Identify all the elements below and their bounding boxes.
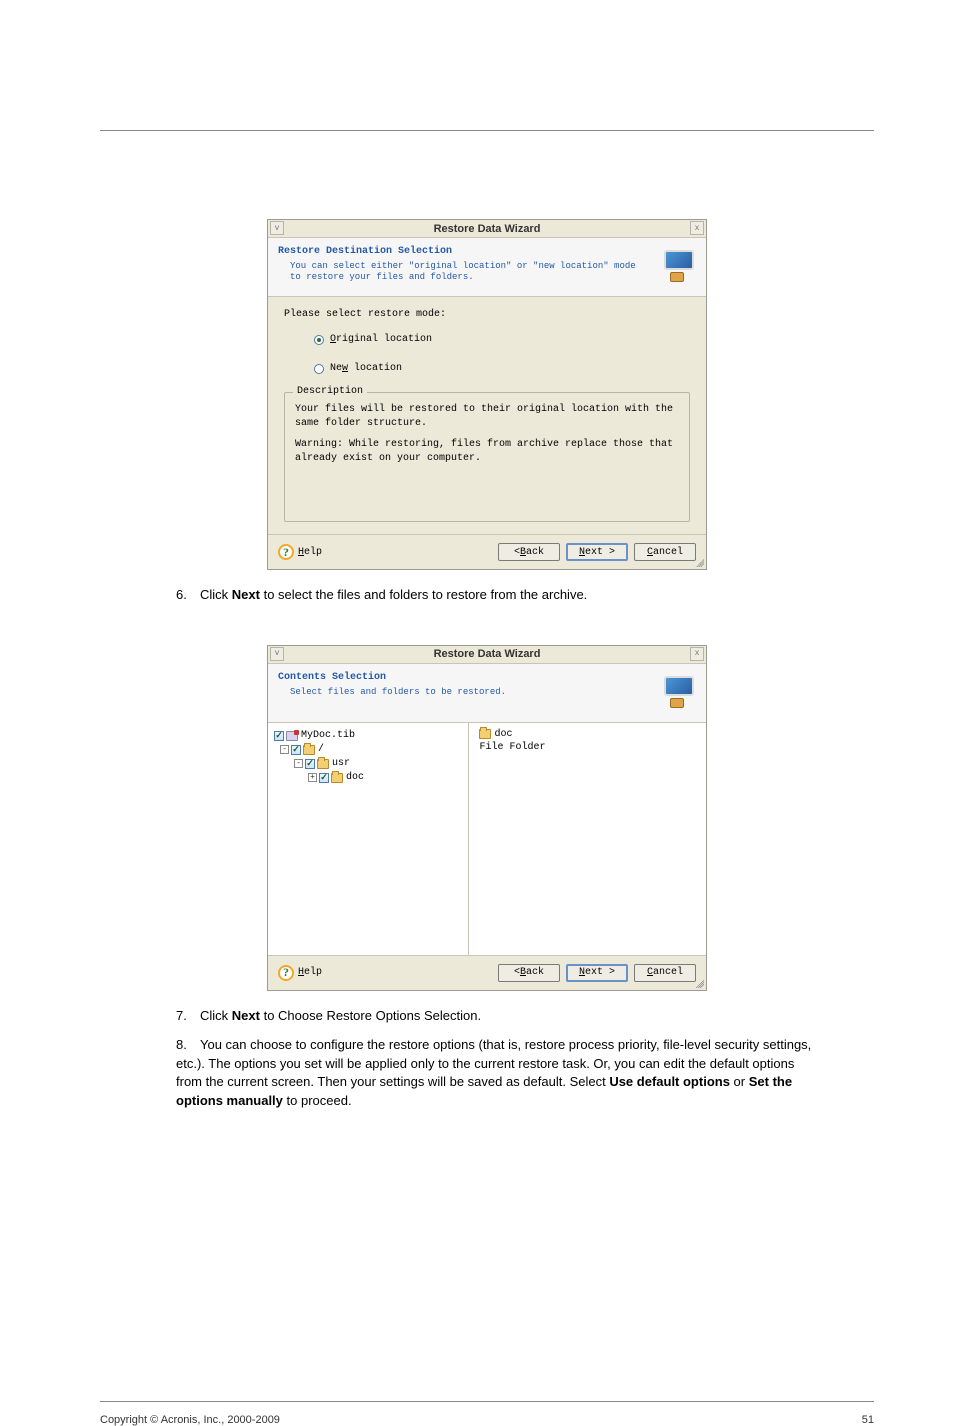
- checkbox-icon[interactable]: ✓: [319, 773, 329, 783]
- tree-item-doc[interactable]: + ✓ doc: [274, 771, 462, 785]
- wizard-title: Restore Data Wizard: [434, 223, 541, 235]
- cancel-button[interactable]: Cancel: [634, 964, 696, 982]
- wizard-contents-selection: v Restore Data Wizard x Contents Selecti…: [267, 645, 707, 991]
- wizard-title: Restore Data Wizard: [434, 648, 541, 660]
- next-button[interactable]: Next >: [566, 543, 628, 561]
- archive-icon: [286, 731, 298, 741]
- footer-copyright: Copyright © Acronis, Inc., 2000-2009: [100, 1414, 280, 1426]
- detail-folder-name: doc: [494, 729, 512, 740]
- folder-icon: [331, 773, 343, 783]
- restore-mode-label: Please select restore mode:: [284, 309, 690, 320]
- wizard-banner: Restore Destination Selection You can se…: [268, 238, 706, 297]
- detail-folder-type: File Folder: [479, 742, 696, 753]
- wizard-banner: Contents Selection Select files and fold…: [268, 664, 706, 723]
- banner-graphic-icon: [656, 672, 696, 712]
- collapse-icon[interactable]: -: [294, 759, 303, 768]
- tree-label: usr: [332, 758, 350, 769]
- description-line1: Your files will be restored to their ori…: [295, 403, 679, 430]
- checkbox-icon[interactable]: ✓: [291, 745, 301, 755]
- tree-pane[interactable]: ✓ MyDoc.tib - ✓ / - ✓ usr: [268, 723, 469, 955]
- radio-original-label: Original location: [330, 334, 432, 345]
- collapse-icon[interactable]: -: [280, 745, 289, 754]
- help-link[interactable]: ? Help: [278, 965, 322, 981]
- folder-icon: [479, 729, 491, 739]
- step-8-text: 8.You can choose to configure the restor…: [176, 1036, 816, 1111]
- wizard-titlebar: v Restore Data Wizard x: [268, 220, 706, 238]
- resize-grip-icon[interactable]: [694, 557, 704, 567]
- folder-icon: [303, 745, 315, 755]
- folder-icon: [317, 759, 329, 769]
- help-icon: ?: [278, 544, 294, 560]
- checkbox-icon[interactable]: ✓: [274, 731, 284, 741]
- description-legend: Description: [293, 386, 367, 397]
- banner-subtext: You can select either "original location…: [278, 261, 648, 284]
- help-icon: ?: [278, 965, 294, 981]
- banner-subtext: Select files and folders to be restored.: [278, 687, 648, 698]
- banner-graphic-icon: [656, 246, 696, 286]
- wizard-restore-destination: v Restore Data Wizard x Restore Destinat…: [267, 219, 707, 570]
- wizard-titlebar: v Restore Data Wizard x: [268, 646, 706, 664]
- radio-new-location[interactable]: [314, 364, 324, 374]
- banner-heading: Contents Selection: [278, 672, 648, 683]
- tree-label: /: [318, 744, 324, 755]
- radio-new-label: New location: [330, 363, 402, 374]
- step-6-text: 6.Click Next to select the files and fol…: [176, 586, 816, 605]
- banner-heading: Restore Destination Selection: [278, 246, 648, 257]
- description-line2: Warning: While restoring, files from arc…: [295, 438, 679, 465]
- back-button[interactable]: < Back: [498, 964, 560, 982]
- back-button[interactable]: < Back: [498, 543, 560, 561]
- checkbox-icon[interactable]: ✓: [305, 759, 315, 769]
- tree-item-usr[interactable]: - ✓ usr: [274, 757, 462, 771]
- description-fieldset: Description Your files will be restored …: [284, 392, 690, 522]
- detail-pane: doc File Folder: [469, 723, 706, 955]
- tree-item-root[interactable]: - ✓ /: [274, 743, 462, 757]
- footer-page-number: 51: [862, 1414, 874, 1426]
- close-icon[interactable]: x: [690, 221, 704, 235]
- expand-icon[interactable]: +: [308, 773, 317, 782]
- help-link[interactable]: ? Help: [278, 544, 322, 560]
- resize-grip-icon[interactable]: [694, 978, 704, 988]
- tree-label: MyDoc.tib: [301, 730, 355, 741]
- sysmenu-icon[interactable]: v: [270, 221, 284, 235]
- sysmenu-icon[interactable]: v: [270, 647, 284, 661]
- next-button[interactable]: Next >: [566, 964, 628, 982]
- radio-original-location[interactable]: [314, 335, 324, 345]
- tree-label: doc: [346, 772, 364, 783]
- tree-item-archive[interactable]: ✓ MyDoc.tib: [274, 729, 462, 743]
- step-7-text: 7.Click Next to Choose Restore Options S…: [176, 1007, 816, 1026]
- close-icon[interactable]: x: [690, 647, 704, 661]
- page-footer: Copyright © Acronis, Inc., 2000-2009 51: [100, 1401, 874, 1426]
- cancel-button[interactable]: Cancel: [634, 543, 696, 561]
